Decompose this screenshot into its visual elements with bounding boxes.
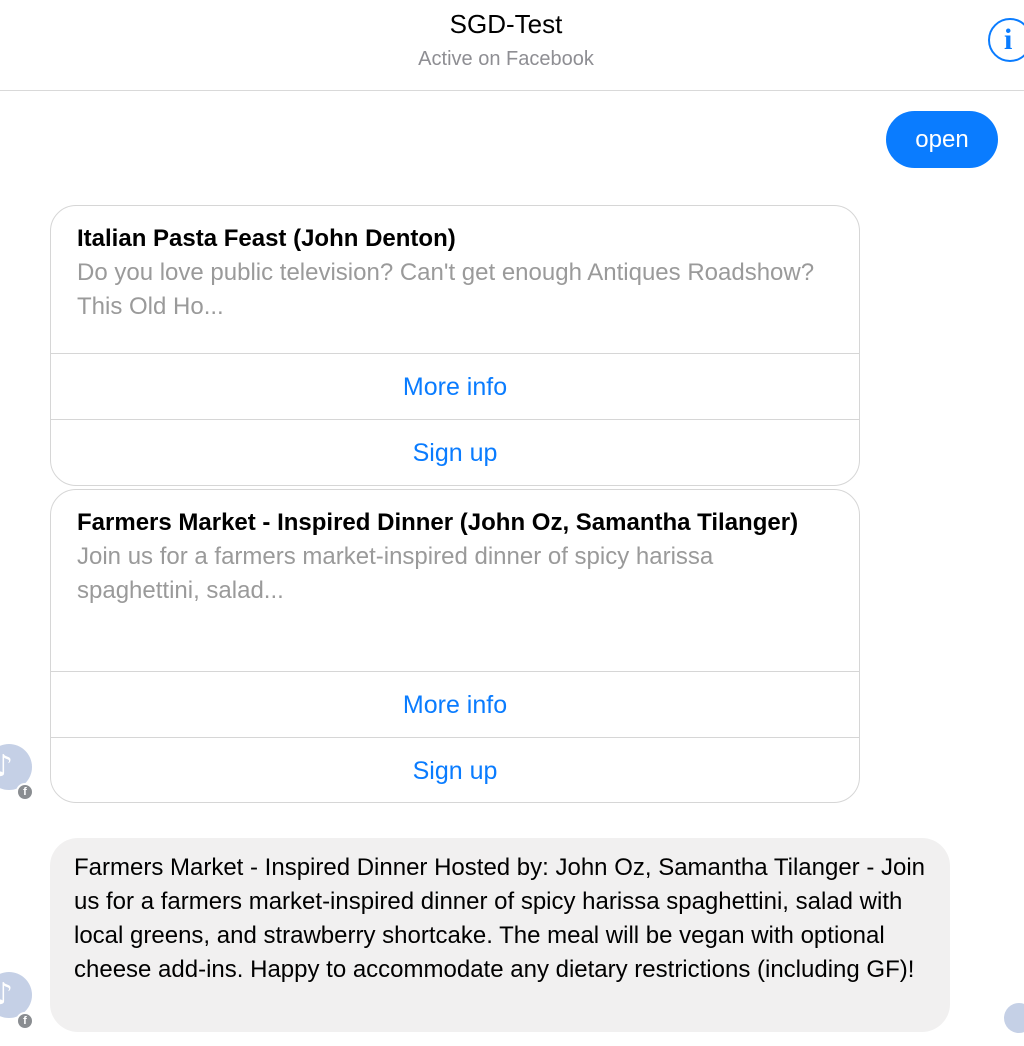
sign-up-button[interactable]: Sign up bbox=[51, 737, 859, 802]
incoming-message: Farmers Market - Inspired Dinner Hosted … bbox=[50, 838, 950, 1032]
card-description: Join us for a farmers market-inspired di… bbox=[77, 543, 714, 604]
card-body: Farmers Market - Inspired Dinner (John O… bbox=[51, 490, 859, 608]
event-card: Farmers Market - Inspired Dinner (John O… bbox=[50, 489, 860, 803]
avatar-silhouette-icon: ♪ bbox=[0, 977, 14, 1012]
conversation-header: SGD-Test Active on Facebook i bbox=[0, 0, 1024, 91]
outgoing-message: open bbox=[886, 111, 998, 168]
info-icon[interactable]: i bbox=[988, 18, 1024, 62]
avatar-silhouette-icon: ♪ bbox=[0, 749, 14, 784]
event-card: Italian Pasta Feast (John Denton) Do you… bbox=[50, 205, 860, 486]
sign-up-button[interactable]: Sign up bbox=[51, 419, 859, 485]
active-status: Active on Facebook bbox=[418, 48, 594, 70]
card-description: Do you love public television? Can't get… bbox=[77, 259, 815, 320]
avatar-icon[interactable]: ♪ bbox=[0, 972, 32, 1018]
card-title: Farmers Market - Inspired Dinner (John O… bbox=[77, 509, 799, 536]
card-title: Italian Pasta Feast (John Denton) bbox=[77, 225, 456, 252]
facebook-icon: f bbox=[16, 783, 34, 801]
more-info-button[interactable]: More info bbox=[51, 671, 859, 737]
card-body: Italian Pasta Feast (John Denton) Do you… bbox=[51, 206, 859, 324]
conversation-title: SGD-Test bbox=[449, 9, 563, 39]
read-receipt-avatar-icon bbox=[1004, 1003, 1024, 1033]
facebook-icon: f bbox=[16, 1012, 34, 1030]
more-info-button[interactable]: More info bbox=[51, 353, 859, 419]
